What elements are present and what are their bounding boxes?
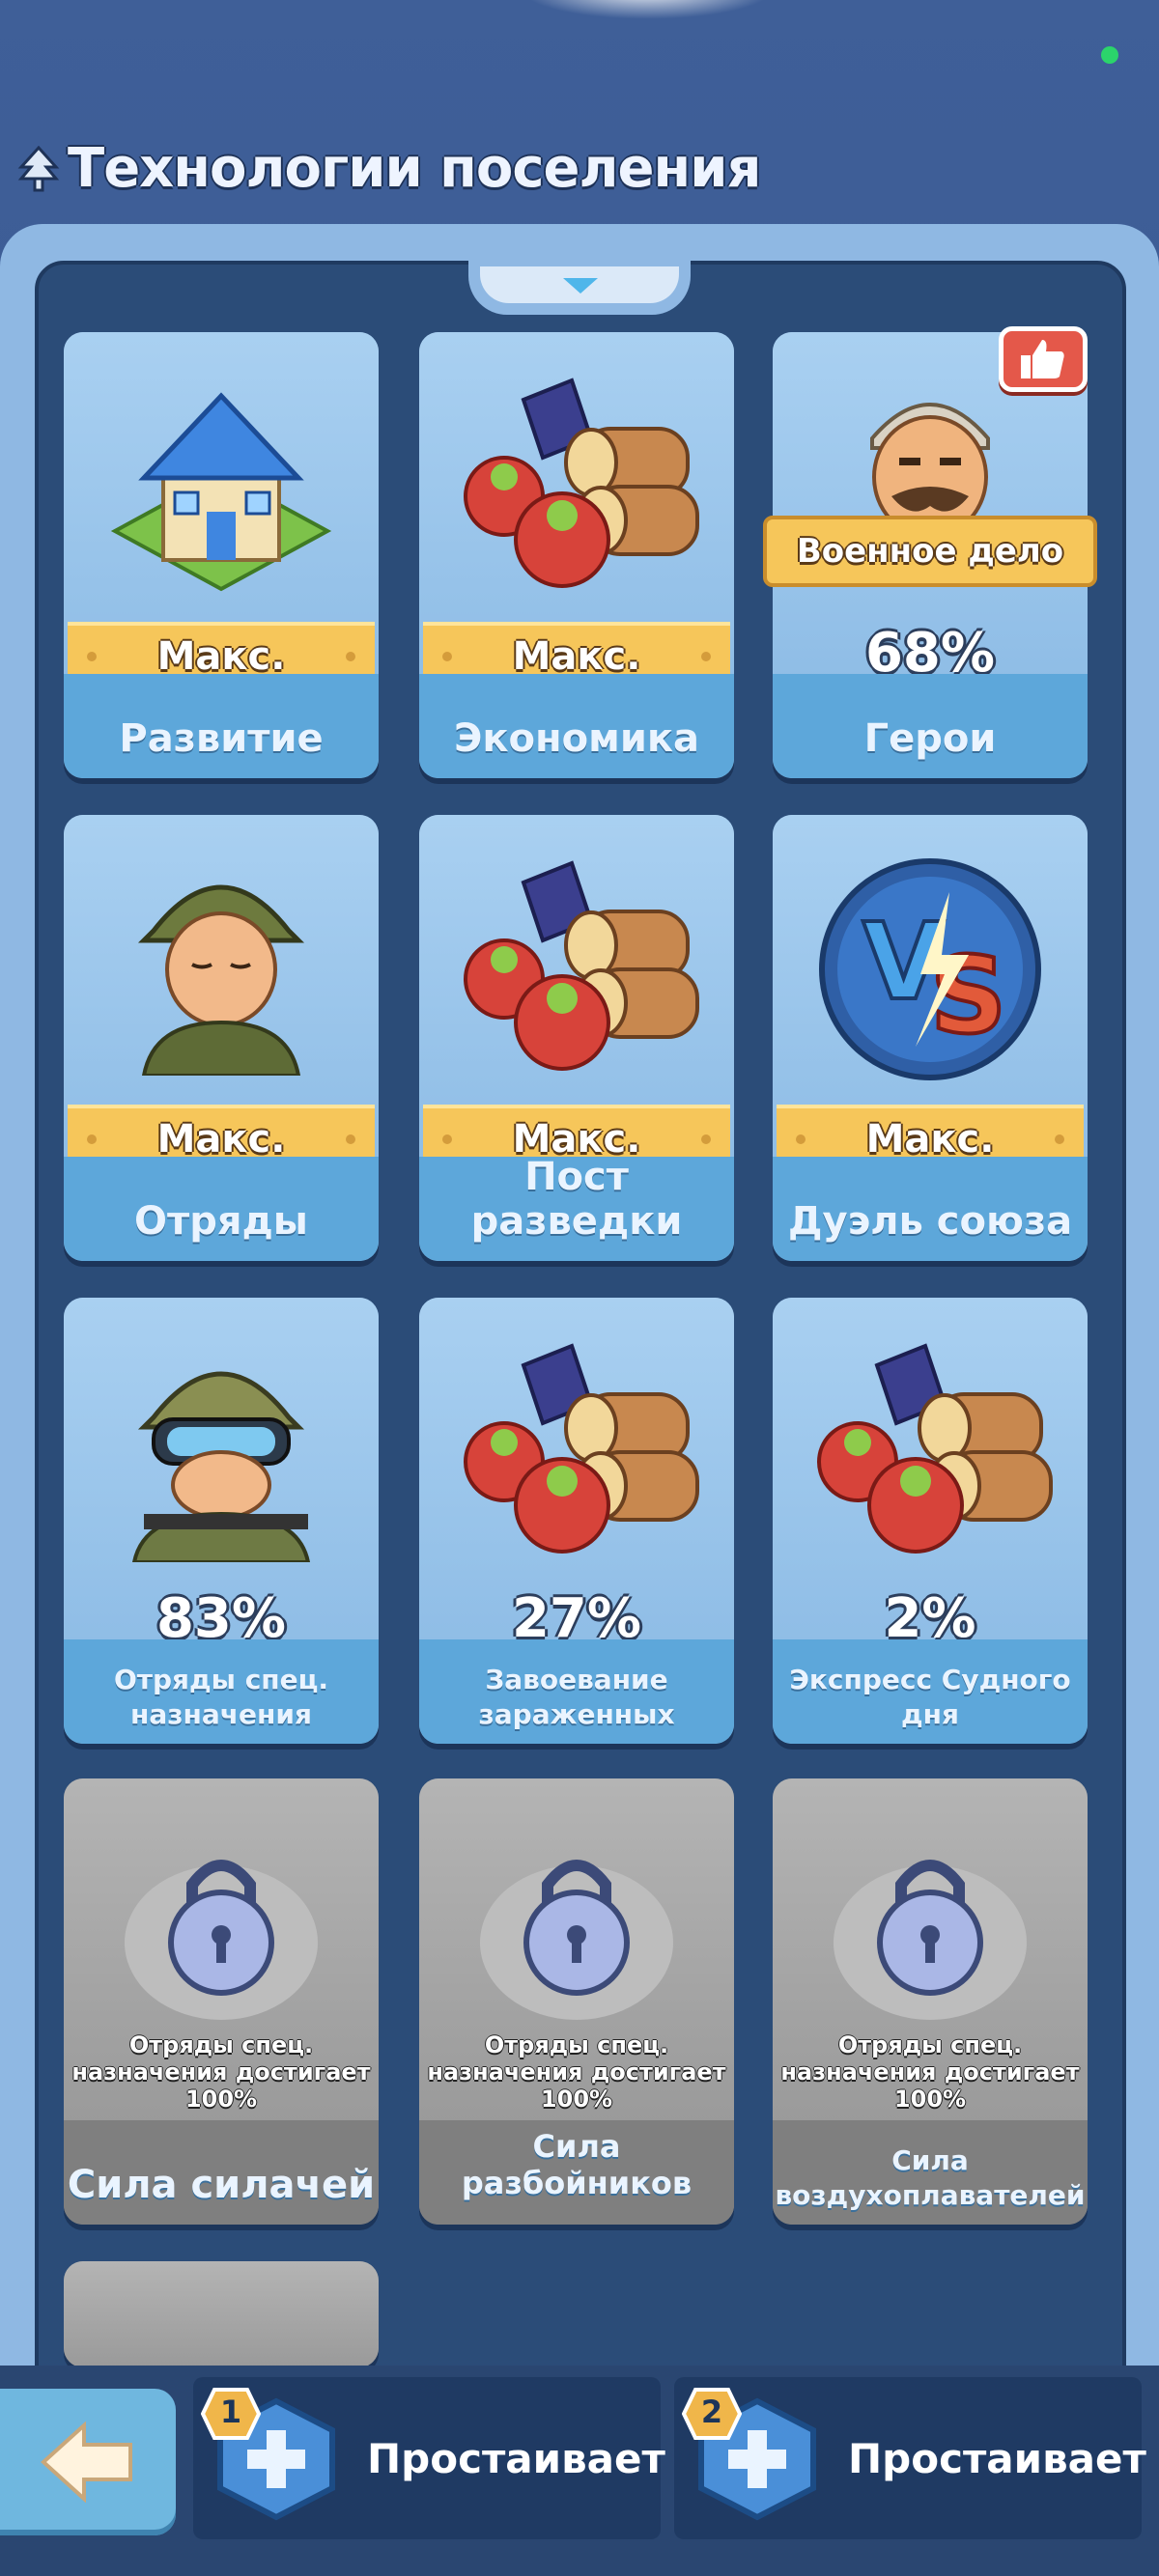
arrow-left-icon [41,2422,132,2503]
card-label: Пост разведки [470,1155,683,1244]
tree-icon [17,145,60,191]
tech-card-doomsday-express[interactable]: 2% Экспресс Судного дня [773,1298,1088,1744]
resources-icon [464,378,699,588]
slot-status: Простаивает [848,2434,1146,2482]
slot-status: Простаивает [367,2434,665,2482]
card-label: Экспресс Судного дня [789,1664,1071,1730]
research-slot-2[interactable]: 2 Простаивает [674,2377,1146,2539]
special-soldier-icon [131,1371,311,1562]
page-title-group: Технологии поселения [17,137,761,200]
card-label: Сила воздухоплавателей [775,2144,1086,2211]
soldier-icon [137,884,305,1076]
unlock-requirement: Отряды спец. назначения достигает 100% [780,2031,1080,2113]
vs-icon: V S [819,858,1041,1080]
status-label: Макс. [156,1117,286,1162]
card-label: Герои [863,716,997,761]
tech-card-partial[interactable] [64,2261,379,2367]
tech-card-special-forces[interactable]: 83% Отряды спец. назначения [64,1298,379,1744]
tech-card-balloonists-power[interactable]: Отряды спец. назначения достигает 100% С… [773,1778,1088,2225]
house-icon [110,392,332,592]
thumbs-up-icon [1021,340,1064,378]
resources-icon [464,1343,699,1554]
tech-card-development[interactable]: Макс. Развитие [64,332,379,778]
lock-icon [125,1860,318,2020]
card-label: Отряды [134,1199,308,1244]
card-label: Сила разбойников [461,2128,693,2201]
lock-icon [480,1860,673,2020]
status-label: Макс. [156,634,286,679]
tech-card-infected-conquest[interactable]: 27% Завоевание зараженных [419,1298,734,1744]
status-indicator-dot [1101,46,1118,64]
collapse-tab[interactable] [468,261,691,315]
tech-card-strongmen-power[interactable]: Отряды спец. назначения достигает 100% С… [64,1778,379,2225]
top-light-glow [522,0,773,19]
hero-specialty-badge: Военное дело [763,516,1097,587]
tech-card-alliance-duel[interactable]: V S Макс. Дуэль союза [773,815,1088,1261]
research-slot-1[interactable]: 1 Простаивает [193,2377,665,2539]
status-label: Макс. [865,1117,995,1162]
tech-card-economy[interactable]: Макс. Экономика [419,332,734,778]
chevron-down-icon [563,278,598,294]
unlock-requirement: Отряды спец. назначения достигает 100% [427,2031,726,2113]
card-label: Отряды спец. назначения [113,1664,329,1730]
tech-card-scout-post[interactable]: Макс. Пост разведки [419,815,734,1261]
page-title: Технологии поселения [68,137,761,200]
recommended-badge [999,326,1088,392]
resources-icon [464,860,699,1071]
tech-card-bandits-power[interactable]: Отряды спец. назначения достигает 100% С… [419,1778,734,2225]
card-label: Развитие [119,716,324,761]
card-label: Сила силачей [67,2163,376,2207]
card-label: Завоевание зараженных [478,1664,675,1730]
tech-card-troops[interactable]: Макс. Отряды [64,815,379,1261]
card-label: Дуэль союза [787,1199,1073,1244]
slot-number: 2 [700,2394,723,2430]
status-label: Макс. [512,634,641,679]
tech-card-heroes[interactable]: Военное дело 68% Герои [763,332,1097,778]
unlock-requirement: Отряды спец. назначения достигает 100% [71,2031,371,2113]
lock-icon [834,1860,1027,2020]
back-button[interactable] [0,2389,176,2535]
slot-number: 1 [219,2394,242,2430]
resources-icon [817,1343,1053,1554]
card-label: Экономика [454,716,699,761]
